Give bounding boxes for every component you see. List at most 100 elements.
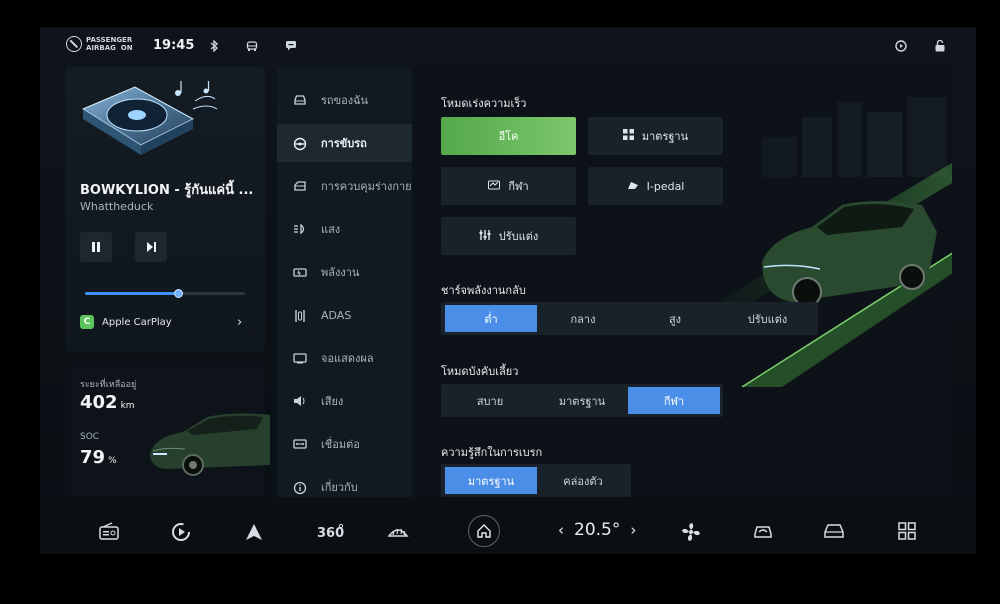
menu-item-label: รถของฉัน xyxy=(321,94,369,107)
drive-mode-custom[interactable]: ปรับแต่ง xyxy=(441,217,576,255)
menu-item-sound[interactable]: เสียง xyxy=(277,382,412,420)
vehicle-thumbnail xyxy=(150,413,270,476)
chevron-right-icon[interactable]: › xyxy=(237,315,242,330)
display-icon xyxy=(293,352,307,364)
next-track-button[interactable] xyxy=(135,232,167,262)
bluetooth-icon xyxy=(208,39,220,53)
app-grid-icon[interactable] xyxy=(896,522,918,542)
settings-menu: รถของฉัน การขับรถ การควบคุมร่างกาย แสง พ… xyxy=(277,67,412,497)
vehicle-scene-illustration xyxy=(702,97,952,387)
drive-mode-eco[interactable]: อีโค xyxy=(441,117,576,155)
menu-item-label: การขับรถ xyxy=(321,137,367,150)
grid-icon xyxy=(622,129,634,143)
menu-item-label: แสง xyxy=(321,223,341,236)
carplay-icon: C xyxy=(80,315,94,329)
home-button[interactable] xyxy=(468,515,500,547)
music-card[interactable]: BOWKYLION - รู้กันแค่นี้ ... Whattheduck… xyxy=(65,67,265,352)
soc-value: 79% xyxy=(80,447,117,468)
steering-option-comfort[interactable]: สบาย xyxy=(444,387,536,414)
pause-icon xyxy=(92,242,100,252)
headlight-icon xyxy=(293,223,307,235)
home-icon xyxy=(477,524,491,538)
carplay-source[interactable]: C Apple CarPlay xyxy=(80,315,172,329)
steering-segmented-control: สบาย มาตรฐาน กีฬา xyxy=(441,384,723,417)
bottom-dock: 360 ‹ 20.5° › xyxy=(40,510,976,554)
airbag-off-icon xyxy=(66,36,82,52)
sport-icon xyxy=(488,180,501,193)
regen-option-low[interactable]: ต่ำ xyxy=(445,305,537,332)
regen-option-high[interactable]: สูง xyxy=(629,305,721,332)
menu-item-driving[interactable]: การขับรถ xyxy=(277,124,412,162)
brake-segmented-control: มาตรฐาน คล่องตัว xyxy=(441,464,631,497)
lane-assist-icon xyxy=(293,309,307,322)
progress-knob[interactable] xyxy=(173,289,183,298)
unlock-icon[interactable] xyxy=(934,39,946,52)
song-artist: Whattheduck xyxy=(80,200,154,213)
temp-increase-button[interactable]: › xyxy=(630,521,636,539)
menu-item-label: การควบคุมร่างกาย xyxy=(321,180,412,193)
drive-mode-sport[interactable]: กีฬา xyxy=(441,167,576,205)
infotainment-screen: PASSENGER AIRBAG ON 19:45 BOWKYLION - รู… xyxy=(40,27,976,554)
brake-option-standard[interactable]: มาตรฐาน xyxy=(445,467,537,494)
steering-mode-title: โหมดบังคับเลี้ยว xyxy=(441,365,519,378)
clock: 19:45 xyxy=(153,38,195,53)
brake-option-agile[interactable]: คล่องตัว xyxy=(537,467,629,494)
car-icon xyxy=(293,94,307,106)
left-panel: BOWKYLION - รู้กันแค่นี้ ... Whattheduck… xyxy=(65,67,270,497)
info-icon xyxy=(293,481,307,495)
progress-fill xyxy=(85,292,178,295)
airbag-status: PASSENGER AIRBAG ON xyxy=(66,36,133,52)
menu-item-label: พลังงาน xyxy=(321,266,360,279)
regen-segmented-control: ต่ำ กลาง สูง ปรับแต่ง xyxy=(441,302,818,335)
sliders-icon xyxy=(479,229,491,244)
temp-decrease-button[interactable]: ‹ xyxy=(558,521,564,539)
steering-option-standard[interactable]: มาตรฐาน xyxy=(536,387,628,414)
steering-wheel-icon xyxy=(293,137,307,151)
speaker-icon xyxy=(293,395,307,407)
rear-defrost-icon[interactable] xyxy=(387,522,409,542)
carplay-status-icon[interactable] xyxy=(895,40,907,52)
status-bar: PASSENGER AIRBAG ON 19:45 xyxy=(40,27,976,67)
pause-button[interactable] xyxy=(80,232,112,262)
battery-icon xyxy=(293,266,307,278)
connect-icon xyxy=(293,438,307,450)
camera-360-icon[interactable]: 360 xyxy=(315,522,345,542)
range-card[interactable]: ระยะที่เหลืออยู่ 402 km SOC 79% xyxy=(65,362,270,497)
regen-option-medium[interactable]: กลาง xyxy=(537,305,629,332)
menu-item-adas[interactable]: ADAS xyxy=(277,296,412,334)
vehicle-control-icon[interactable] xyxy=(823,522,845,542)
regen-option-custom[interactable]: ปรับแต่ง xyxy=(721,305,814,332)
menu-item-about[interactable]: เกี่ยวกับ xyxy=(277,468,412,506)
menu-item-label: เสียง xyxy=(321,395,344,408)
temperature-value: 20.5° xyxy=(574,520,621,540)
car-body-icon xyxy=(293,180,307,192)
menu-item-my-car[interactable]: รถของฉัน xyxy=(277,81,412,119)
menu-item-display[interactable]: จอแสดงผล xyxy=(277,339,412,377)
navigation-icon[interactable] xyxy=(243,522,265,542)
skip-next-icon xyxy=(147,242,156,252)
song-title: BOWKYLION - รู้กันแค่นี้ ... xyxy=(80,183,254,198)
menu-item-lights[interactable]: แสง xyxy=(277,210,412,248)
steering-option-sport[interactable]: กีฬา xyxy=(628,387,720,414)
brake-feel-title: ความรู้สึกในการเบรก xyxy=(441,446,543,459)
menu-item-connect[interactable]: เชื่อมต่อ xyxy=(277,425,412,463)
drive-mode-i-pedal[interactable]: I-pedal xyxy=(588,167,723,205)
recirculation-icon[interactable] xyxy=(752,522,774,542)
carplay-dock-icon[interactable] xyxy=(170,522,192,542)
menu-item-label: จอแสดงผล xyxy=(321,352,374,365)
radio-icon[interactable] xyxy=(98,522,120,542)
menu-item-label: เชื่อมต่อ xyxy=(321,438,360,451)
menu-item-energy[interactable]: พลังงาน xyxy=(277,253,412,291)
car-status-icon xyxy=(246,40,258,51)
drive-mode-standard[interactable]: มาตรฐาน xyxy=(588,117,723,155)
svg-text:360: 360 xyxy=(317,526,344,541)
playback-progress-bar[interactable] xyxy=(85,289,245,298)
menu-item-label: ADAS xyxy=(321,308,352,322)
soc-label: SOC xyxy=(80,432,100,442)
range-value: 402 km xyxy=(80,392,135,413)
acceleration-mode-title: โหมดเร่งความเร็ว xyxy=(441,97,527,110)
message-icon xyxy=(285,40,297,51)
menu-item-body-control[interactable]: การควบคุมร่างกาย xyxy=(277,167,412,205)
fan-icon[interactable] xyxy=(680,522,702,542)
pedal-icon xyxy=(627,180,639,193)
